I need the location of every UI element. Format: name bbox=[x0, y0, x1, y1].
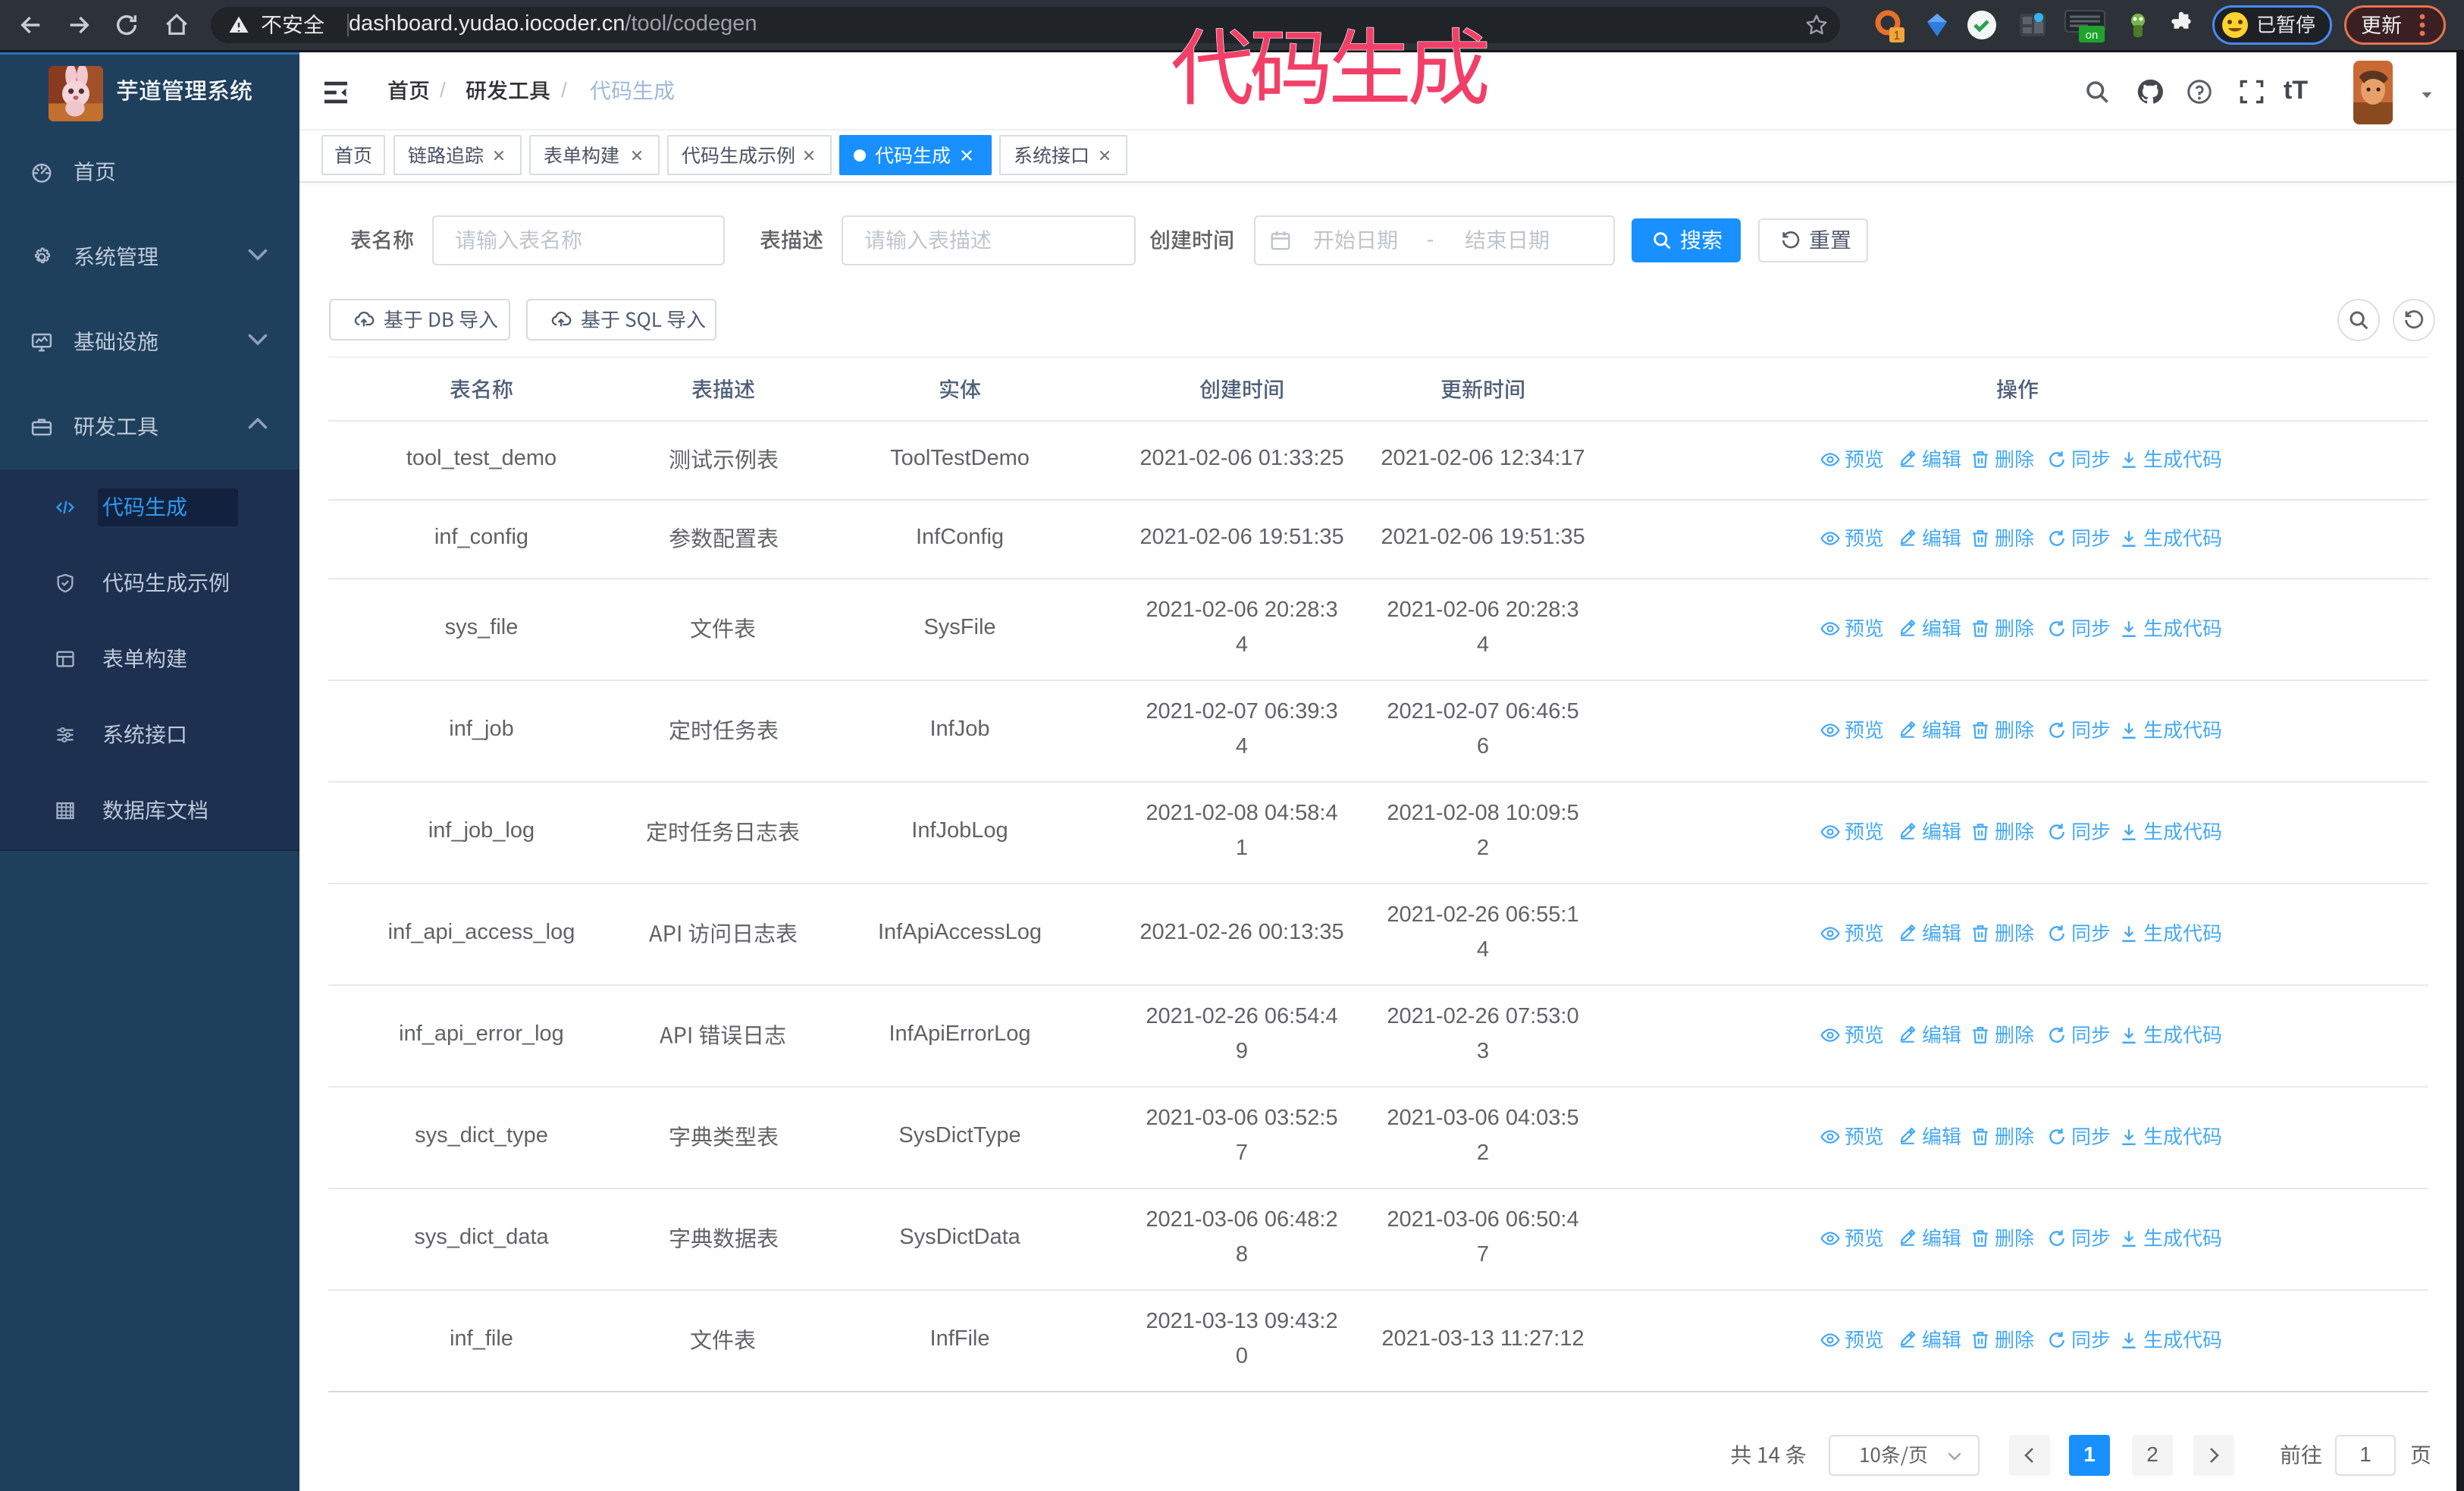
svg-text:on: on bbox=[2086, 29, 2099, 42]
svg-text:1: 1 bbox=[1894, 30, 1901, 42]
